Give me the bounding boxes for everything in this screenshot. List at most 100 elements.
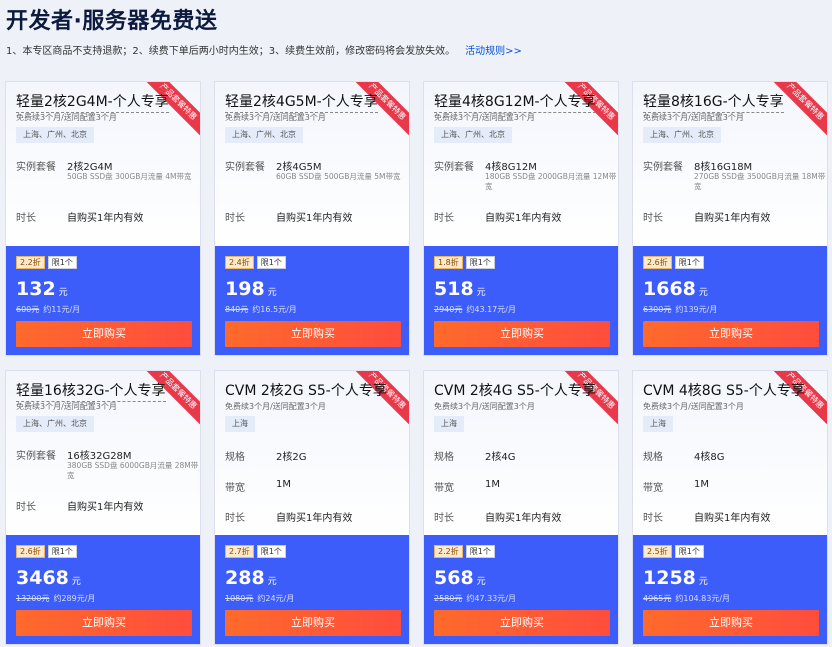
original-price: 4965元 xyxy=(643,594,672,603)
limit-badge: 限1个 xyxy=(674,545,704,558)
original-price: 6300元 xyxy=(643,305,672,314)
discount-badge: 2.6折 xyxy=(643,256,672,269)
price-value: 1258 xyxy=(643,567,696,589)
limit-badge: 限1个 xyxy=(256,256,286,269)
duration-label: 时长 xyxy=(434,213,454,224)
price: 1258 元 xyxy=(643,567,708,589)
package-value: 16核32G28M xyxy=(67,451,132,462)
renew-note: 免费续3个月/送同配置3个月 xyxy=(643,113,744,122)
duration-value: 自购买1年内有效 xyxy=(276,513,353,524)
discount-badge: 1.8折 xyxy=(434,256,463,269)
renew-note: 免费续3个月/送同配置3个月 xyxy=(643,402,744,411)
duration-label: 时长 xyxy=(225,513,245,524)
price-unit: 元 xyxy=(58,288,68,298)
rules-text: 1、本专区商品不支持退款；2、续费下单后两小时内生效；3、续费生效前，修改密码将… xyxy=(6,46,456,57)
price: 568 元 xyxy=(434,567,486,589)
duration-value: 自购买1年内有效 xyxy=(485,213,562,224)
price-panel: 2.7折 限1个 288 元 1080元 约24元/月 立即购买 xyxy=(215,535,409,644)
product-card-lighthouse-16c32g: 产品套餐特惠 轻量16核32G-个人专享 免费续3个月/送同配置3个月 上海、广… xyxy=(5,370,201,645)
package-value: 8核16G18M xyxy=(694,162,753,173)
package-label: 实例套餐 xyxy=(643,162,683,173)
package-value: 2核4G5M xyxy=(276,162,322,173)
region-tag: 上海、广州、北京 xyxy=(643,127,721,143)
price-value: 1668 xyxy=(643,278,696,300)
product-card-lighthouse-2c4g: 产品套餐特惠 轻量2核4G5M-个人专享 免费续3个月/送同配置3个月 上海、广… xyxy=(214,81,410,356)
spec-label: 规格 xyxy=(643,452,663,463)
discount-badge: 2.5折 xyxy=(643,545,672,558)
product-card-cvm-4c8g: 产品套餐特惠 CVM 4核8G S5-个人专享 免费续3个月/送同配置3个月 上… xyxy=(632,370,828,645)
renew-note: 免费续3个月/送同配置3个月 xyxy=(434,113,535,122)
buy-now-button[interactable]: 立即购买 xyxy=(434,321,610,347)
buy-now-button[interactable]: 立即购买 xyxy=(225,321,401,347)
package-detail: 60GB SSD盘 500GB月流量 5M带宽 xyxy=(276,172,401,181)
product-card-cvm-2c4g: 产品套餐特惠 CVM 2核4G S5-个人专享 免费续3个月/送同配置3个月 上… xyxy=(423,370,619,645)
card-title[interactable]: 轻量8核16G-个人专享 xyxy=(643,91,784,113)
price: 132 元 xyxy=(16,278,68,300)
renew-note: 免费续3个月/送同配置3个月 xyxy=(434,402,535,411)
bandwidth-label: 带宽 xyxy=(643,483,663,494)
buy-now-button[interactable]: 立即购买 xyxy=(16,610,192,636)
discount-badge: 2.6折 xyxy=(16,545,45,558)
card-title[interactable]: 轻量2核2G4M-个人专享 xyxy=(16,91,169,113)
package-label: 实例套餐 xyxy=(16,162,56,173)
limit-badge: 限1个 xyxy=(465,545,495,558)
spec-value: 4核8G xyxy=(694,452,725,463)
original-price: 600元 xyxy=(16,305,40,314)
card-title[interactable]: 轻量4核8G12M-个人专享 xyxy=(434,91,596,113)
limit-badge: 限1个 xyxy=(47,256,77,269)
buy-now-button[interactable]: 立即购买 xyxy=(225,610,401,636)
buy-now-button[interactable]: 立即购买 xyxy=(643,610,819,636)
duration-label: 时长 xyxy=(16,502,36,513)
duration-value: 自购买1年内有效 xyxy=(694,513,771,524)
limit-badge: 限1个 xyxy=(674,256,704,269)
card-title[interactable]: 轻量16核32G-个人专享 xyxy=(16,380,166,402)
package-detail: 380GB SSD盘 6000GB月流量 28M带宽 xyxy=(67,461,199,480)
card-title[interactable]: 轻量2核4G5M-个人专享 xyxy=(225,91,378,113)
card-title[interactable]: CVM 2核4G S5-个人专享 xyxy=(434,380,596,401)
discount-badge: 2.4折 xyxy=(225,256,254,269)
price-panel: 2.2折 限1个 132 元 600元 约11元/月 立即购买 xyxy=(6,246,200,355)
price-unit: 元 xyxy=(476,577,486,587)
original-price: 1080元 xyxy=(225,594,254,603)
price-panel: 2.6折 限1个 3468 元 13200元 约289元/月 立即购买 xyxy=(6,535,200,644)
duration-label: 时长 xyxy=(225,213,245,224)
limit-badge: 限1个 xyxy=(47,545,77,558)
region-tag: 上海 xyxy=(434,416,464,432)
card-title[interactable]: CVM 4核8G S5-个人专享 xyxy=(643,380,805,401)
duration-label: 时长 xyxy=(643,513,663,524)
renew-note: 免费续3个月/送同配置3个月 xyxy=(225,113,326,122)
limit-badge: 限1个 xyxy=(256,545,286,558)
renew-note: 免费续3个月/送同配置3个月 xyxy=(225,402,326,411)
duration-label: 时长 xyxy=(434,513,454,524)
product-card-cvm-2c2g: 产品套餐特惠 CVM 2核2G S5-个人专享 免费续3个月/送同配置3个月 上… xyxy=(214,370,410,645)
monthly-price: 约104.83元/月 xyxy=(675,594,731,603)
product-card-lighthouse-2c2g: 产品套餐特惠 轻量2核2G4M-个人专享 免费续3个月/送同配置3个月 上海、广… xyxy=(5,81,201,356)
price-unit: 元 xyxy=(71,577,81,587)
activity-rules-link[interactable]: 活动规则>> xyxy=(465,46,522,57)
buy-now-button[interactable]: 立即购买 xyxy=(16,321,192,347)
bandwidth-value: 1M xyxy=(485,479,500,490)
buy-now-button[interactable]: 立即购买 xyxy=(643,321,819,347)
duration-label: 时长 xyxy=(643,213,663,224)
price: 3468 元 xyxy=(16,567,81,589)
price-panel: 2.5折 限1个 1258 元 4965元 约104.83元/月 立即购买 xyxy=(633,535,827,644)
price: 198 元 xyxy=(225,278,277,300)
bandwidth-value: 1M xyxy=(276,479,291,490)
renew-note: 免费续3个月/送同配置3个月 xyxy=(16,113,117,122)
region-tag: 上海、广州、北京 xyxy=(16,127,94,143)
card-title[interactable]: CVM 2核2G S5-个人专享 xyxy=(225,380,387,401)
bandwidth-value: 1M xyxy=(694,479,709,490)
region-tag: 上海、广州、北京 xyxy=(16,416,94,432)
monthly-price: 约47.33元/月 xyxy=(466,594,516,603)
monthly-price: 约24元/月 xyxy=(257,594,295,603)
price-value: 288 xyxy=(225,567,265,589)
price-panel: 2.4折 限1个 198 元 840元 约16.5元/月 立即购买 xyxy=(215,246,409,355)
price-unit: 元 xyxy=(698,577,708,587)
buy-now-button[interactable]: 立即购买 xyxy=(434,610,610,636)
duration-value: 自购买1年内有效 xyxy=(694,213,771,224)
package-label: 实例套餐 xyxy=(434,162,474,173)
price-panel: 2.2折 限1个 568 元 2580元 约47.33元/月 立即购买 xyxy=(424,535,618,644)
rules-notice: 1、本专区商品不支持退款；2、续费下单后两小时内生效；3、续费生效前，修改密码将… xyxy=(6,42,522,57)
renew-note: 免费续3个月/送同配置3个月 xyxy=(16,402,117,411)
page-title: 开发者·服务器免费送 xyxy=(6,9,218,34)
